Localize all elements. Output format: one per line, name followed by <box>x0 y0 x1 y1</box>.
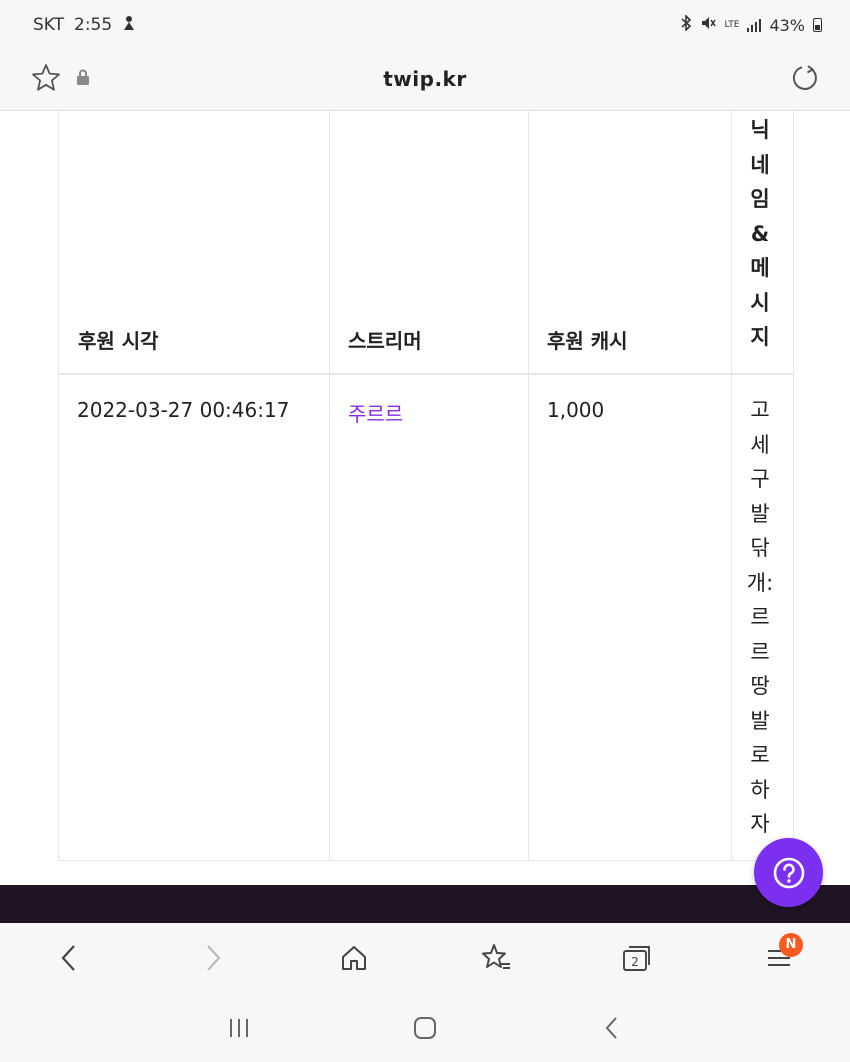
notification-icon <box>122 15 136 35</box>
header-cash: 후원 캐시 <box>547 329 628 353</box>
chevron-right-icon <box>207 945 221 971</box>
clock: 2:55 <box>74 15 113 35</box>
page-content: 후원 시각 스트리머 후원 캐시 닉네임&메시지 2022-03-27 00:4… <box>0 111 850 885</box>
header-divider <box>59 373 793 375</box>
home-square-icon <box>414 1017 436 1039</box>
back-chevron-icon <box>605 1017 617 1039</box>
url-text[interactable]: twip.kr <box>0 67 850 91</box>
help-button[interactable] <box>754 838 823 907</box>
reload-icon[interactable] <box>790 63 820 93</box>
recent-apps-icon <box>230 1019 248 1037</box>
battery-icon <box>813 18 822 32</box>
tabs-count: 2 <box>631 955 639 969</box>
home-icon <box>342 946 366 970</box>
home-button[interactable] <box>337 941 371 975</box>
tabs-button[interactable]: 2 <box>620 941 654 975</box>
home-system-button[interactable] <box>410 1013 440 1043</box>
column-divider <box>329 111 330 860</box>
forward-button[interactable] <box>196 941 230 975</box>
bluetooth-icon <box>680 14 692 35</box>
menu-notification-badge: N <box>779 933 803 957</box>
cell-cash: 1,000 <box>547 398 605 422</box>
cell-time: 2022-03-27 00:46:17 <box>77 398 290 422</box>
page-footer <box>0 885 850 923</box>
cell-streamer[interactable]: 주르르 <box>348 398 403 427</box>
battery-percent: 43% <box>769 15 805 35</box>
browser-toolbar: 2 <box>0 923 850 996</box>
signal-icon <box>747 18 762 32</box>
bookmarks-icon <box>482 944 510 969</box>
header-message: 닉네임&메시지 <box>750 118 770 349</box>
header-streamer: 스트리머 <box>348 329 422 353</box>
bookmarks-button[interactable] <box>479 941 513 975</box>
carrier-label: SKT <box>33 15 65 35</box>
back-button[interactable] <box>52 941 86 975</box>
system-back-button[interactable] <box>597 1013 627 1043</box>
url-bar: twip.kr <box>0 50 850 111</box>
donation-table: 후원 시각 스트리머 후원 캐시 닉네임&메시지 2022-03-27 00:4… <box>58 111 794 861</box>
lte-icon: LTE <box>724 19 740 30</box>
column-divider <box>528 111 529 860</box>
column-divider <box>731 111 732 860</box>
system-nav-bar <box>0 996 850 1062</box>
chevron-left-icon <box>61 945 75 971</box>
mute-icon <box>700 15 717 35</box>
header-time: 후원 시각 <box>78 329 159 353</box>
tabs-icon: 2 <box>623 946 650 971</box>
help-question-icon <box>773 857 804 888</box>
status-bar: SKT 2:55 LTE 43% <box>0 0 850 50</box>
cell-message: 고세구발닦개:르르땅발로하자 <box>746 398 774 836</box>
streamer-link[interactable]: 주르르 <box>348 402 403 426</box>
recent-apps-button[interactable] <box>224 1013 254 1043</box>
